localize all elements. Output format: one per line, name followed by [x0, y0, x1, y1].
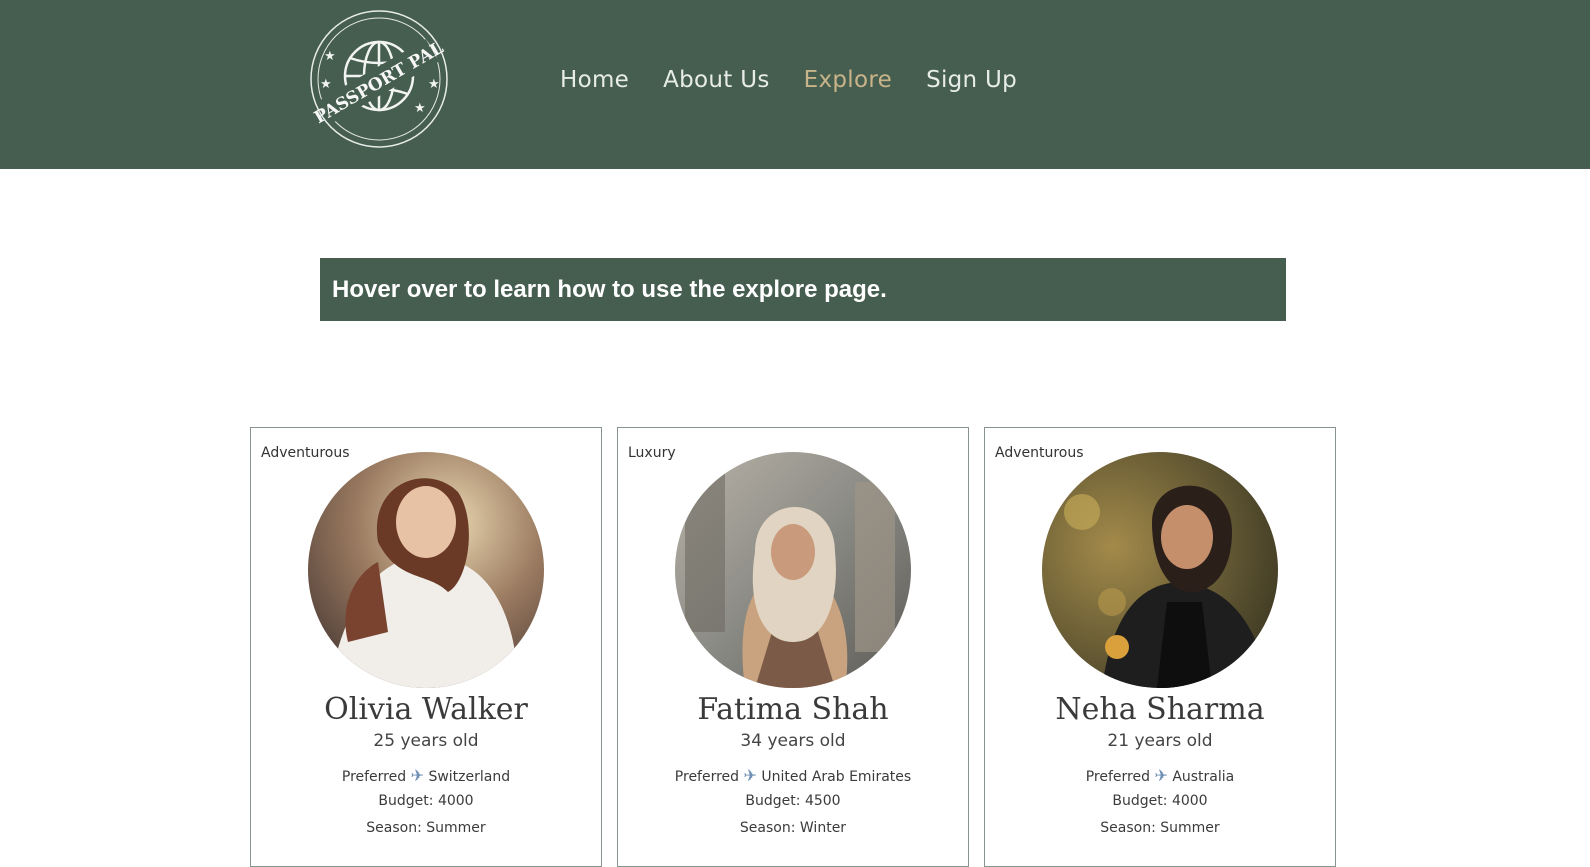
- travel-style-tag: Luxury: [628, 445, 676, 461]
- profile-season: Season: Summer: [1100, 820, 1220, 836]
- profile-name: Neha Sharma: [1055, 692, 1265, 727]
- main-nav: Home About Us Explore Sign Up: [560, 62, 1017, 98]
- nav-home[interactable]: Home: [560, 62, 629, 98]
- site-header: ★ ★ ★ ★ PASSPORT PAL Home About Us Explo…: [0, 0, 1590, 169]
- profile-age: 21 years old: [1107, 731, 1213, 751]
- profile-age: 34 years old: [740, 731, 846, 751]
- person-photo-icon: [308, 452, 544, 688]
- profile-budget: Budget: 4500: [745, 793, 841, 809]
- profile-budget: Budget: 4000: [1112, 793, 1208, 809]
- explore-help-text: Hover over to learn how to use the explo…: [332, 275, 887, 303]
- airplane-icon: ✈: [743, 766, 757, 785]
- profile-name: Olivia Walker: [324, 692, 528, 727]
- profile-card[interactable]: Luxury Fatima Shah 34 years old Preferre…: [617, 427, 969, 867]
- airplane-icon: ✈: [410, 766, 424, 785]
- person-photo-icon: [1042, 452, 1278, 688]
- preferred-destination: Preferred ✈ United Arab Emirates: [674, 766, 912, 785]
- profile-season: Season: Winter: [739, 820, 847, 836]
- nav-about-us[interactable]: About Us: [663, 62, 770, 98]
- nav-sign-up[interactable]: Sign Up: [926, 62, 1017, 98]
- profile-card[interactable]: Adventurous Neha Sharma 21 years old Pre…: [984, 427, 1336, 867]
- profile-budget: Budget: 4000: [378, 793, 474, 809]
- travel-style-tag: Adventurous: [261, 445, 350, 461]
- profile-age: 25 years old: [373, 731, 479, 751]
- preferred-destination: Preferred ✈ Switzerland: [341, 766, 511, 785]
- passport-pal-logo[interactable]: ★ ★ ★ ★ PASSPORT PAL: [308, 8, 450, 150]
- preferred-destination: Preferred ✈ Australia: [1085, 766, 1235, 785]
- profile-card[interactable]: Adventurous Olivia Walker 25 years old P…: [250, 427, 602, 867]
- explore-help-banner[interactable]: Hover over to learn how to use the explo…: [320, 258, 1286, 321]
- profile-photo[interactable]: [308, 452, 544, 688]
- profile-photo[interactable]: [675, 452, 911, 688]
- person-photo-icon: [675, 452, 911, 688]
- logo-text: PASSPORT PAL: [311, 38, 447, 128]
- profile-photo[interactable]: [1042, 452, 1278, 688]
- nav-explore[interactable]: Explore: [804, 62, 892, 98]
- profile-season: Season: Summer: [366, 820, 486, 836]
- travel-style-tag: Adventurous: [995, 445, 1084, 461]
- profile-name: Fatima Shah: [697, 692, 889, 727]
- airplane-icon: ✈: [1154, 766, 1168, 785]
